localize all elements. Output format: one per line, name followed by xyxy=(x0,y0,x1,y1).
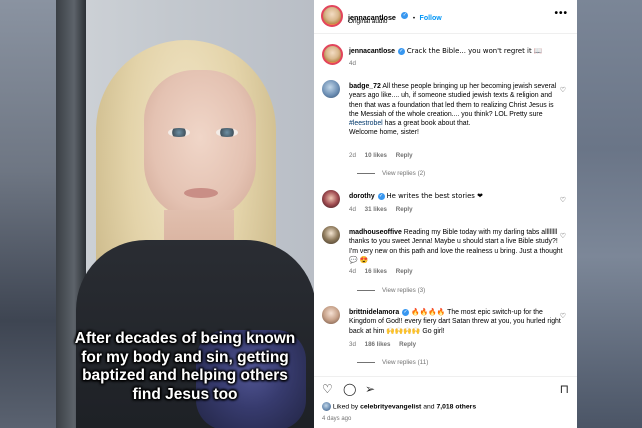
like-heart-icon[interactable]: ♡ xyxy=(322,383,333,395)
comment-time: 3d xyxy=(349,341,356,348)
commenter-username[interactable]: badge_72 xyxy=(349,83,381,90)
comment-body: All these people bringing up her becomin… xyxy=(349,83,557,118)
photo-lips xyxy=(184,188,218,198)
likes-others[interactable]: 7,018 others xyxy=(436,403,476,410)
replies-line xyxy=(357,172,375,174)
hashtag-link[interactable]: #leestrobel xyxy=(349,120,383,127)
post-date: 4 days ago xyxy=(322,416,352,422)
comment-likes[interactable]: 16 likes xyxy=(365,268,387,275)
comment-meta: 4d 16 likes Reply xyxy=(349,268,420,275)
blurred-background-right xyxy=(577,0,642,428)
post-details-panel: jennacantlose ✓ • Follow Original audio … xyxy=(314,0,577,428)
comment-like-heart-icon[interactable]: ♡ xyxy=(560,196,566,204)
comment-time: 4d xyxy=(349,268,356,275)
likes-middle: and xyxy=(423,403,435,411)
verified-badge-icon: ✓ xyxy=(377,192,385,200)
commenter-avatar[interactable] xyxy=(322,226,340,244)
comment-meta: 4d 31 likes Reply xyxy=(349,206,420,213)
comment-like-heart-icon[interactable]: ♡ xyxy=(560,312,566,320)
more-options-icon[interactable]: ••• xyxy=(554,8,568,19)
comment-like-heart-icon[interactable]: ♡ xyxy=(560,232,566,240)
audio-label[interactable]: Original audio xyxy=(348,18,387,25)
reply-button[interactable]: Reply xyxy=(396,152,413,159)
comment-body-end: has a great book about that. xyxy=(382,120,471,128)
comment-meta: 3d 186 likes Reply xyxy=(349,341,423,348)
liker-avatar[interactable] xyxy=(322,402,331,411)
follow-button[interactable]: Follow xyxy=(420,15,442,22)
verified-badge-icon: ✓ xyxy=(402,308,410,316)
comment-item: madhouseoffive Reading my Bible today wi… xyxy=(322,226,572,298)
comment-time: 4d xyxy=(349,206,356,213)
post-header: jennacantlose ✓ • Follow Original audio … xyxy=(314,0,577,34)
likes-prefix: Liked by xyxy=(332,403,359,411)
liker-username[interactable]: celebrityevangelist xyxy=(360,403,421,410)
author-avatar[interactable] xyxy=(321,5,343,27)
post-image[interactable]: After decades of being known for my body… xyxy=(56,0,314,428)
replies-line xyxy=(357,361,375,363)
verified-badge-icon: ✓ xyxy=(397,47,405,55)
view-replies-button[interactable]: View replies (11) xyxy=(357,359,428,366)
action-bar: ♡ ◯ ➢ ⊓ xyxy=(314,376,577,400)
commenter-username[interactable]: dorothy xyxy=(349,193,375,200)
commenter-username[interactable]: madhouseoffive xyxy=(349,229,402,236)
comment-body: He writes the best stories ❤ xyxy=(386,192,483,200)
comment-text: badge_72 All these people bringing up he… xyxy=(349,82,563,138)
likes-summary: Liked by celebrityevangelist and 7,018 o… xyxy=(322,402,476,411)
comment-meta: 2d 10 likes Reply xyxy=(349,152,420,159)
replies-line xyxy=(357,289,375,291)
view-replies-label: View replies (2) xyxy=(382,170,426,177)
comment-bubble-icon[interactable]: ◯ xyxy=(343,383,356,395)
blurred-background-left xyxy=(0,0,56,428)
comment-text: madhouseoffive Reading my Bible today wi… xyxy=(349,228,563,265)
commenter-avatar[interactable] xyxy=(322,190,340,208)
header-separator: • xyxy=(412,15,416,22)
comment-like-heart-icon[interactable]: ♡ xyxy=(560,86,566,94)
photo-eye-right xyxy=(216,128,238,137)
commenter-avatar[interactable] xyxy=(322,306,340,324)
view-replies-label: View replies (3) xyxy=(382,287,426,294)
caption-row: jennacantlose ✓ Crack the Bible... you w… xyxy=(322,44,572,70)
reply-button[interactable]: Reply xyxy=(399,341,416,348)
reply-button[interactable]: Reply xyxy=(396,206,413,213)
comment-text: dorothy ✓ He writes the best stories ❤ xyxy=(349,192,563,201)
comment-likes[interactable]: 10 likes xyxy=(365,152,387,159)
caption-time: 4d xyxy=(349,60,356,67)
photo-eye-left xyxy=(168,128,190,137)
comment-body-line2: Welcome home, sister! xyxy=(349,129,419,137)
comment-likes[interactable]: 186 likes xyxy=(365,341,391,348)
caption-body: Crack the Bible... you won't regret it 📖 xyxy=(406,47,543,55)
view-replies-button[interactable]: View replies (3) xyxy=(357,287,425,294)
share-paper-plane-icon[interactable]: ➢ xyxy=(365,383,375,395)
comment-item: dorothy ✓ He writes the best stories ❤ ♡… xyxy=(322,190,572,220)
save-bookmark-icon[interactable]: ⊓ xyxy=(560,383,569,395)
comment-text: brittnidelamora ✓ 🔥🔥🔥🔥 The most epic swi… xyxy=(349,308,563,336)
reply-button[interactable]: Reply xyxy=(396,268,413,275)
view-replies-label: View replies (11) xyxy=(382,359,429,366)
image-caption-overlay: After decades of being known for my body… xyxy=(74,330,296,403)
comment-item: badge_72 All these people bringing up he… xyxy=(322,80,572,190)
commenter-username[interactable]: brittnidelamora xyxy=(349,309,399,316)
comment-item: brittnidelamora ✓ 🔥🔥🔥🔥 The most epic swi… xyxy=(322,306,572,374)
view-replies-button[interactable]: View replies (2) xyxy=(357,170,425,177)
commenter-avatar[interactable] xyxy=(322,80,340,98)
caption-avatar[interactable] xyxy=(322,44,343,65)
verified-badge-icon: ✓ xyxy=(401,12,409,20)
caption-username[interactable]: jennacantlose xyxy=(349,48,395,55)
comment-likes[interactable]: 31 likes xyxy=(365,206,387,213)
caption-text: jennacantlose ✓ Crack the Bible... you w… xyxy=(349,47,563,56)
comment-time: 2d xyxy=(349,152,356,159)
